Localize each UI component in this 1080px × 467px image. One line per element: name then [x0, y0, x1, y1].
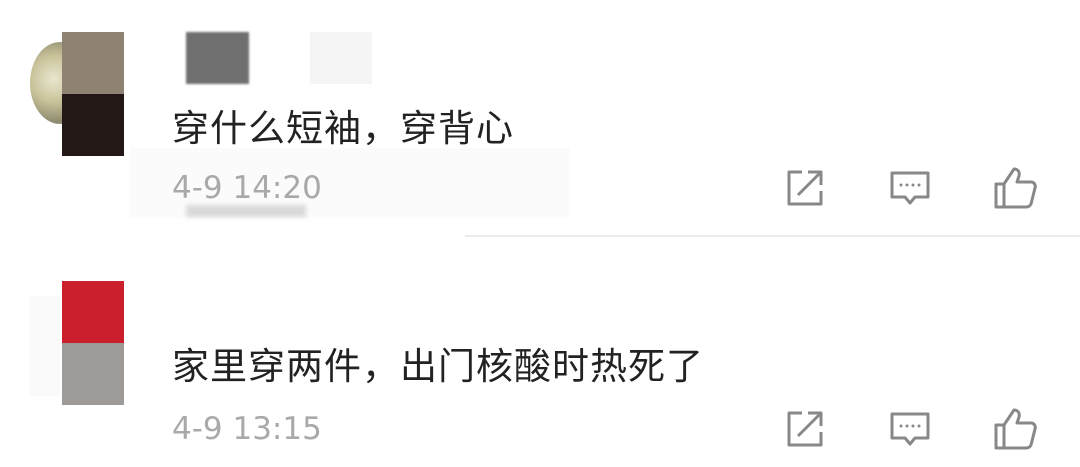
share-icon[interactable] [780, 163, 830, 213]
redacted-avatar-block [62, 343, 124, 405]
redacted-blur-area [30, 296, 60, 396]
comment-timestamp: 4-9 13:15 [172, 411, 322, 447]
redacted-strip [186, 205, 306, 217]
redacted-avatar-block [62, 94, 124, 156]
thumbs-up-icon[interactable] [990, 404, 1040, 454]
comment-item: 家里穿两件，出门核酸时热死了 4-9 13:15 [0, 236, 1080, 467]
thumbs-up-icon[interactable] [990, 163, 1040, 213]
redacted-avatar-block [62, 281, 124, 343]
comment-text: 家里穿两件，出门核酸时热死了 [172, 345, 704, 388]
comment-actions [780, 404, 1050, 454]
comment-text: 穿什么短袖，穿背心 [172, 107, 514, 150]
redacted-username-block [310, 32, 372, 84]
redacted-username-block [186, 32, 249, 84]
comment-icon[interactable] [885, 404, 935, 454]
comment-icon[interactable] [885, 163, 935, 213]
comment-timestamp: 4-9 14:20 [172, 170, 322, 206]
share-icon[interactable] [780, 404, 830, 454]
redacted-avatar-block [62, 32, 124, 94]
comment-item: 穿什么短袖，穿背心 4-9 14:20 [0, 0, 1080, 236]
comment-actions [780, 163, 1050, 213]
